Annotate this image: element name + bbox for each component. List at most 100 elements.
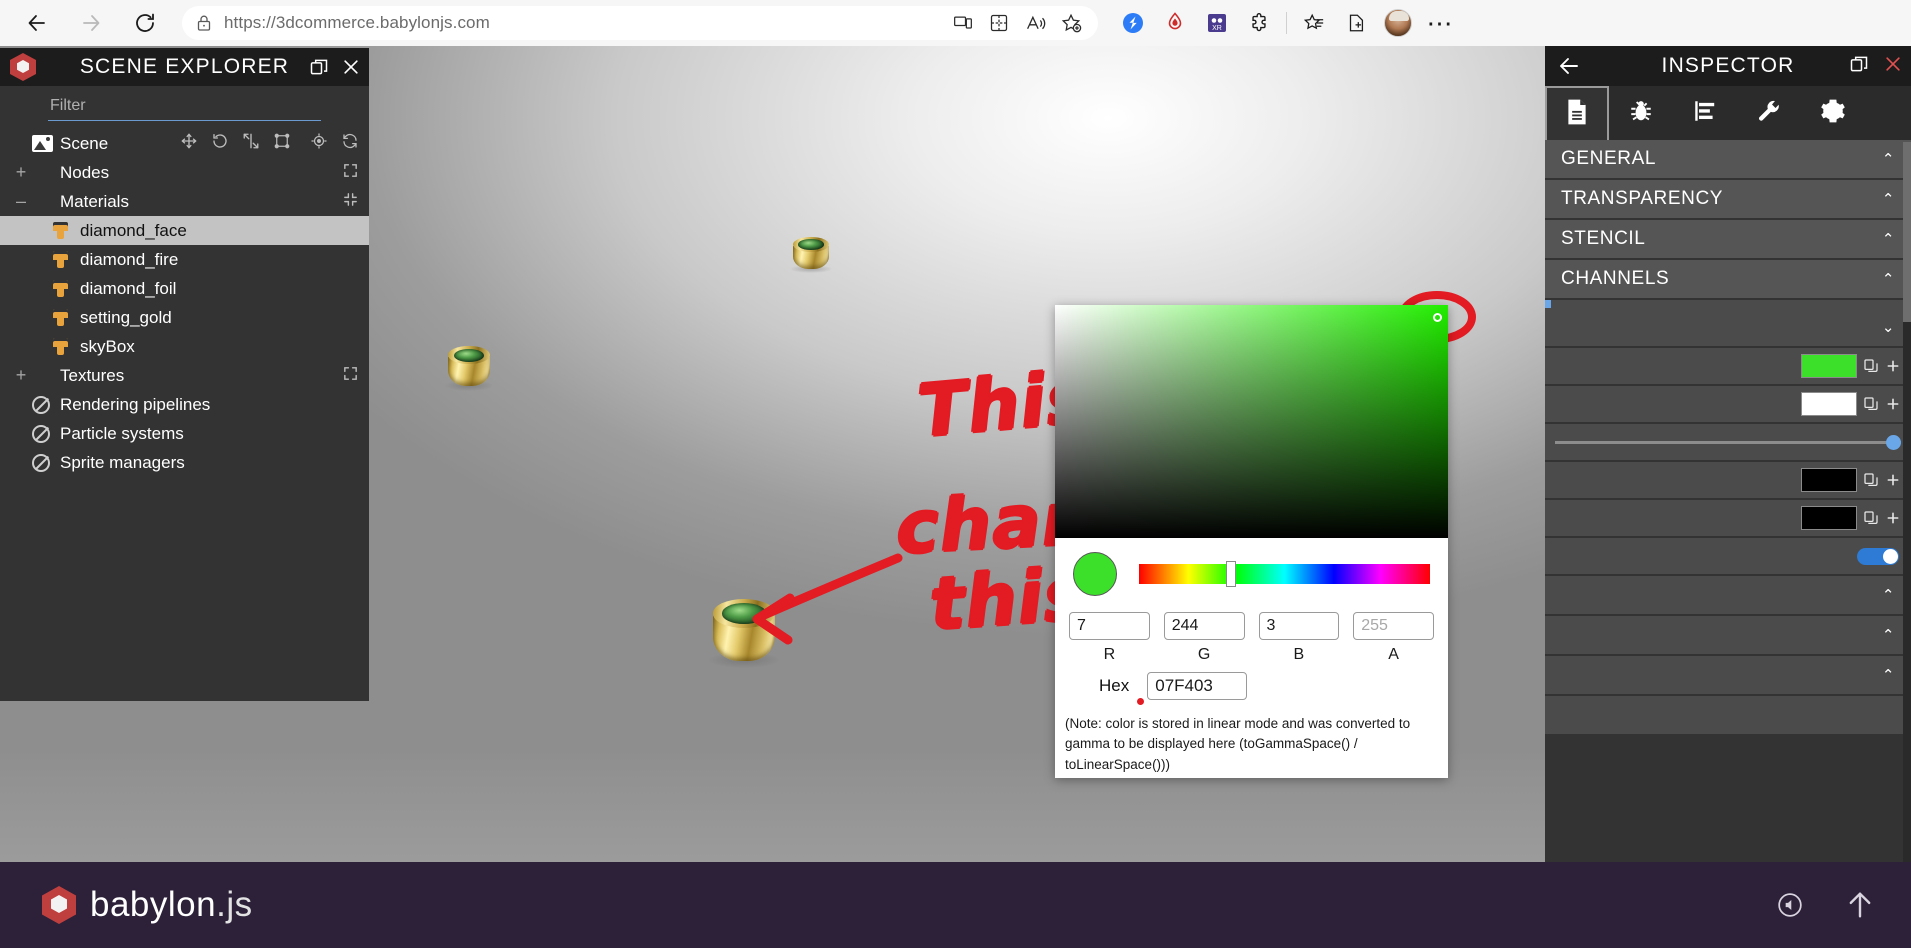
add-icon[interactable] <box>1885 358 1901 374</box>
copy-icon[interactable] <box>1863 510 1879 526</box>
browser-essentials-icon[interactable] <box>1335 2 1377 44</box>
refresh-icon[interactable] <box>341 132 359 155</box>
browser-reload-button[interactable] <box>124 2 166 44</box>
tree-item-diamond-face[interactable]: diamond_face <box>0 216 369 245</box>
ring-object-left[interactable] <box>444 346 494 391</box>
copy-icon[interactable] <box>1863 472 1879 488</box>
property-row-ambient-color[interactable] <box>1545 462 1911 500</box>
add-favorite-icon[interactable] <box>1054 8 1088 38</box>
tree-item-materials[interactable]: – Materials <box>0 187 369 216</box>
extensions-puzzle-icon[interactable] <box>1238 2 1280 44</box>
tree-item-rendering-pipelines[interactable]: Rendering pipelines <box>0 390 369 419</box>
copy-icon[interactable] <box>1863 358 1879 374</box>
hex-input[interactable] <box>1147 672 1248 700</box>
section-header-collapsed-2[interactable]: ⌃ <box>1545 576 1911 616</box>
property-row-reflectivity-color[interactable] <box>1545 386 1911 424</box>
pop-out-icon[interactable] <box>1849 54 1869 79</box>
settings-and-more-icon[interactable]: ⋯ <box>1419 2 1461 44</box>
pop-out-icon[interactable] <box>309 57 329 77</box>
inspector-scrollbar[interactable] <box>1903 142 1911 902</box>
close-icon[interactable] <box>1883 54 1903 79</box>
reflectivity-color-swatch[interactable] <box>1801 392 1857 416</box>
chevron-up-icon[interactable]: ⌃ <box>1882 626 1895 644</box>
hue-slider-knob[interactable] <box>1226 561 1237 587</box>
add-icon[interactable] <box>1885 510 1901 526</box>
chevron-up-icon[interactable]: ⌃ <box>1882 666 1895 684</box>
tree-item-diamond-foil[interactable]: diamond_foil <box>0 274 369 303</box>
feature-toggle-switch[interactable] <box>1857 547 1899 565</box>
tab-tools[interactable] <box>1737 86 1801 140</box>
section-header-collapsed-4[interactable]: ⌃ <box>1545 656 1911 696</box>
add-icon[interactable] <box>1885 396 1901 412</box>
babylon-footer-logo[interactable]: babylon.js <box>42 885 253 925</box>
ambient-color-swatch[interactable] <box>1801 468 1857 492</box>
section-header-channels[interactable]: CHANNELS ⌃ <box>1545 260 1911 300</box>
section-header-transparency[interactable]: TRANSPARENCY ⌃ <box>1545 180 1911 220</box>
emissive-color-swatch[interactable] <box>1801 506 1857 530</box>
sound-icon[interactable] <box>1777 892 1803 918</box>
extension-red-icon[interactable] <box>1154 2 1196 44</box>
red-input[interactable] <box>1069 612 1150 640</box>
color-picker-popup[interactable]: R G B A Hex (Note: color is stored in li… <box>1055 305 1448 778</box>
hue-slider[interactable] <box>1139 561 1430 587</box>
split-screen-icon[interactable] <box>982 8 1016 38</box>
move-gizmo-icon[interactable] <box>180 132 198 155</box>
browser-forward-button[interactable] <box>70 2 112 44</box>
section-header-collapsed-3[interactable]: ⌃ <box>1545 616 1911 656</box>
tree-item-nodes[interactable]: + Nodes <box>0 158 369 187</box>
tree-item-particle-systems[interactable]: Particle systems <box>0 419 369 448</box>
address-bar[interactable]: https://3dcommerce.babylonjs.com <box>182 6 1098 40</box>
blue-input[interactable] <box>1258 612 1340 640</box>
section-header-collapsed[interactable]: ⌄ <box>1545 308 1911 348</box>
section-header-general[interactable]: GENERAL ⌃ <box>1545 140 1911 180</box>
chevron-up-icon[interactable]: ⌃ <box>1882 150 1895 168</box>
tree-expander[interactable]: + <box>10 365 32 386</box>
property-row-toggle[interactable] <box>1545 538 1911 576</box>
extension-blue-icon[interactable] <box>1112 2 1154 44</box>
alpha-input[interactable] <box>1353 612 1434 640</box>
extension-xr-icon[interactable]: XR <box>1196 2 1238 44</box>
expand-all-icon[interactable] <box>342 162 359 184</box>
property-row-albedo-color[interactable] <box>1545 348 1911 386</box>
tab-settings[interactable] <box>1801 86 1865 140</box>
albedo-color-swatch[interactable] <box>1801 354 1857 378</box>
chevron-up-icon[interactable]: ⌃ <box>1882 230 1895 248</box>
collapse-all-icon[interactable] <box>342 191 359 213</box>
rotate-gizmo-icon[interactable] <box>211 132 229 155</box>
section-header-stencil[interactable]: STENCIL ⌃ <box>1545 220 1911 260</box>
property-row-slider[interactable] <box>1545 424 1911 462</box>
tree-expander[interactable]: – <box>10 191 32 212</box>
target-icon[interactable] <box>310 132 328 155</box>
profile-avatar[interactable] <box>1377 2 1419 44</box>
tab-statistics[interactable] <box>1673 86 1737 140</box>
read-aloud-icon[interactable] <box>1018 8 1052 38</box>
tree-item-setting-gold[interactable]: setting_gold <box>0 303 369 332</box>
chevron-up-icon[interactable]: ⌃ <box>1882 586 1895 604</box>
green-input[interactable] <box>1163 612 1245 640</box>
tree-item-sprite-managers[interactable]: Sprite managers <box>0 448 369 477</box>
saturation-value-area[interactable] <box>1055 305 1448 538</box>
ring-object-far[interactable] <box>790 237 832 273</box>
tree-item-skybox[interactable]: skyBox <box>0 332 369 361</box>
ring-object-front[interactable] <box>708 599 780 669</box>
tree-expander[interactable]: + <box>10 162 32 183</box>
chevron-up-icon[interactable]: ⌃ <box>1882 270 1895 288</box>
tree-item-scene[interactable]: Scene <box>0 129 369 158</box>
property-row-emissive-color[interactable] <box>1545 500 1911 538</box>
tree-item-textures[interactable]: + Textures <box>0 361 369 390</box>
tab-debug[interactable] <box>1609 86 1673 140</box>
section-header-collapsed-5[interactable] <box>1545 696 1911 736</box>
browser-back-button[interactable] <box>16 2 58 44</box>
close-icon[interactable] <box>341 57 361 77</box>
scene-filter-input[interactable] <box>48 94 321 121</box>
saturation-value-cursor[interactable] <box>1433 313 1442 322</box>
chevron-down-icon[interactable]: ⌄ <box>1882 318 1895 336</box>
upload-arrow-icon[interactable] <box>1843 888 1877 922</box>
bounding-box-icon[interactable] <box>273 132 291 155</box>
scale-gizmo-icon[interactable] <box>242 132 260 155</box>
slider-knob[interactable] <box>1886 434 1901 450</box>
tab-properties[interactable] <box>1545 86 1609 140</box>
inspector-scrollbar-thumb[interactable] <box>1903 142 1911 322</box>
device-cast-icon[interactable] <box>946 8 980 38</box>
collections-icon[interactable] <box>1293 2 1335 44</box>
